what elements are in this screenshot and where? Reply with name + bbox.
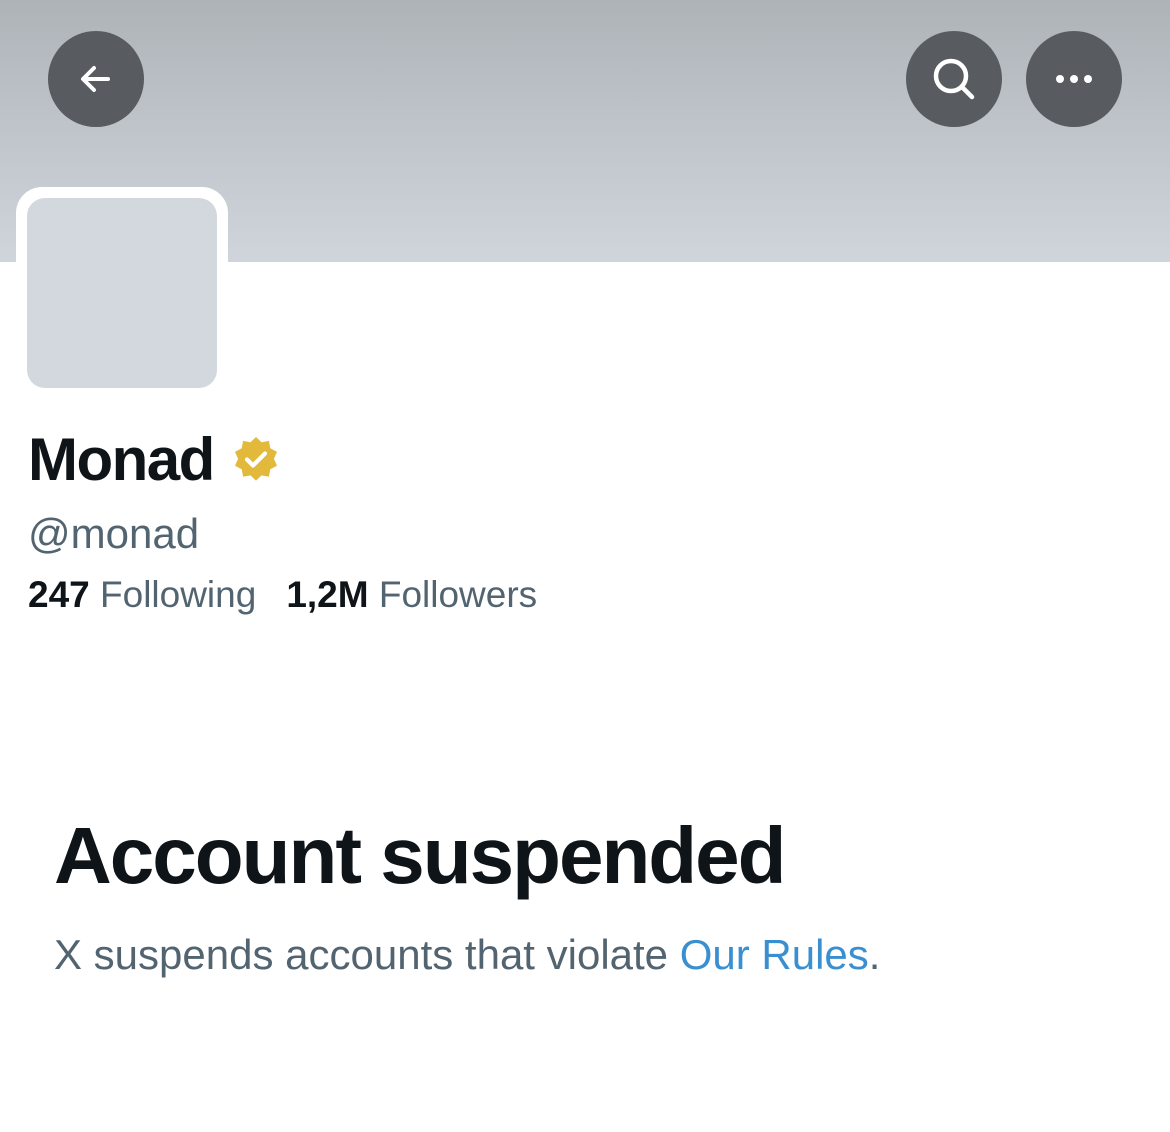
display-name: Monad [28, 426, 215, 493]
search-icon [933, 58, 975, 100]
suspension-message: X suspends accounts that violate Our Rul… [54, 928, 880, 982]
verified-badge-icon[interactable] [230, 434, 282, 486]
more-horizontal-icon [1056, 75, 1092, 83]
search-button[interactable] [906, 31, 1002, 127]
suspension-title: Account suspended [54, 811, 787, 900]
our-rules-link[interactable]: Our Rules [680, 931, 869, 978]
profile-page: Monad @monad 247 Following 1,2M Followers… [0, 0, 1170, 1132]
profile-stats: 247 Following 1,2M Followers [28, 572, 537, 618]
name-row: Monad [28, 425, 282, 495]
profile-handle: @monad [28, 510, 200, 557]
following-count: 247 [28, 574, 90, 615]
back-button[interactable] [48, 31, 144, 127]
following-label: Following [100, 574, 257, 615]
more-options-button[interactable] [1026, 31, 1122, 127]
avatar[interactable] [27, 198, 217, 388]
followers-count: 1,2M [286, 574, 369, 615]
suspension-message-suffix: . [868, 931, 881, 978]
avatar-frame [16, 187, 228, 399]
suspension-message-prefix: X suspends accounts that violate [54, 931, 680, 978]
arrow-left-icon [81, 66, 110, 92]
following-stat[interactable]: 247 Following [28, 574, 256, 615]
followers-stat[interactable]: 1,2M Followers [286, 574, 537, 615]
followers-label: Followers [378, 574, 538, 615]
